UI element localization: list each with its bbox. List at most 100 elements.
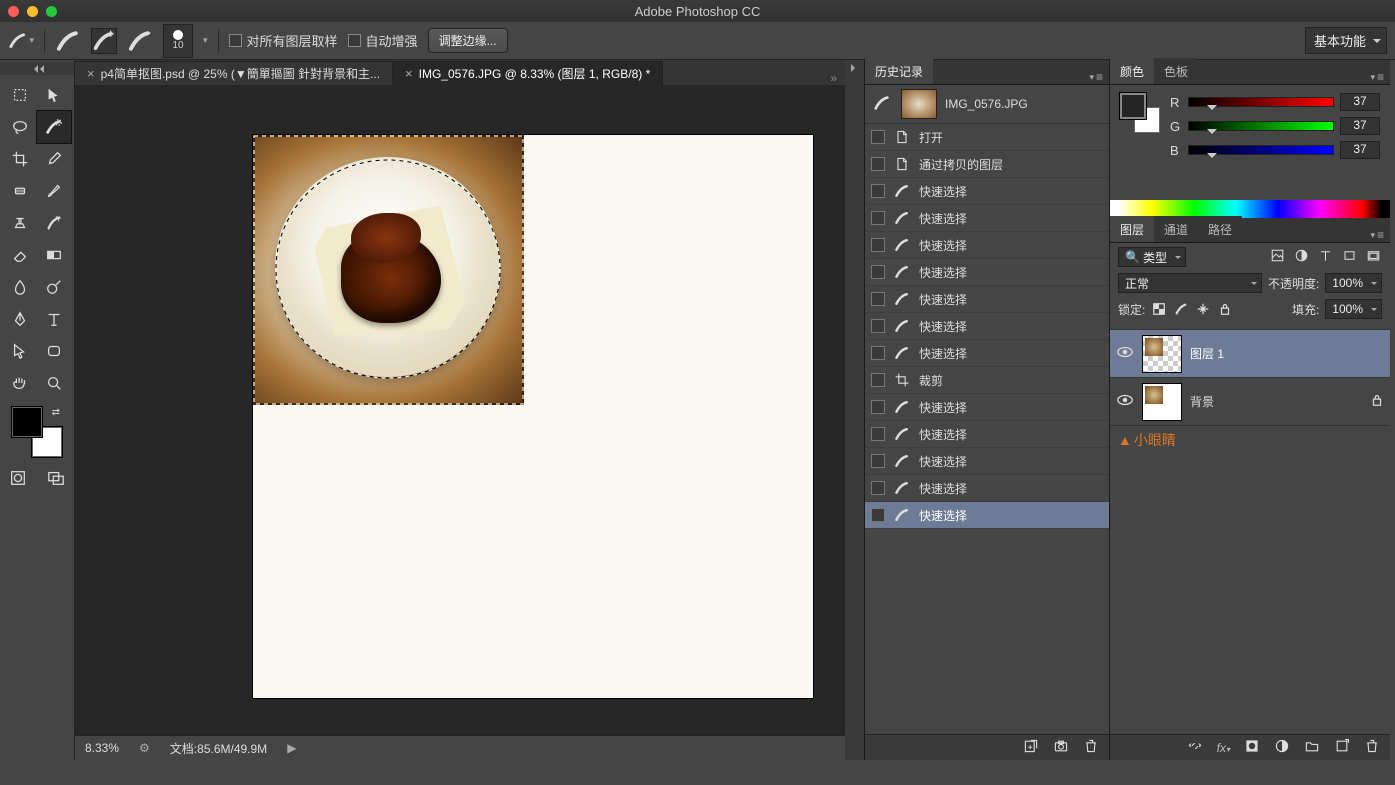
doc-info-icon[interactable]: ⚙ (139, 741, 150, 755)
history-source-checkbox[interactable] (871, 292, 885, 306)
swatches-tab[interactable]: 色板 (1154, 58, 1198, 84)
history-tab[interactable]: 历史记录 (865, 58, 933, 84)
auto-enhance-checkbox[interactable]: 自动增强 (348, 31, 418, 50)
history-state[interactable]: 快速选择 (865, 232, 1109, 259)
refine-edge-button[interactable]: 调整边缘... (428, 28, 508, 53)
r-value[interactable]: 37 (1340, 93, 1380, 111)
eraser-tool[interactable] (3, 239, 37, 271)
document-tab[interactable]: ×IMG_0576.JPG @ 8.33% (图层 1, RGB/8) * (393, 61, 663, 85)
gradient-tool[interactable] (37, 239, 71, 271)
new-snapshot-icon[interactable] (1053, 738, 1069, 757)
lock-position-icon[interactable] (1195, 302, 1211, 316)
artboard-tool[interactable] (37, 79, 71, 111)
g-slider[interactable] (1188, 121, 1334, 131)
document-canvas[interactable] (253, 135, 813, 698)
history-source-checkbox[interactable] (871, 508, 885, 522)
layers-tab[interactable]: 图层 (1110, 216, 1154, 242)
history-source-checkbox[interactable] (871, 211, 885, 225)
zoom-level[interactable]: 8.33% (85, 741, 119, 755)
layer-name[interactable]: 图层 1 (1190, 345, 1224, 362)
history-state[interactable]: 通过拷贝的图层 (865, 151, 1109, 178)
history-source-checkbox[interactable] (871, 481, 885, 495)
history-brush-tool[interactable] (37, 207, 71, 239)
sample-all-layers-checkbox[interactable]: 对所有图层取样 (229, 31, 338, 50)
tab-overflow-icon[interactable]: » (822, 71, 845, 85)
history-state[interactable]: 裁剪 (865, 367, 1109, 394)
maximize-window-button[interactable] (46, 6, 57, 17)
history-source-checkbox[interactable] (871, 130, 885, 144)
history-state[interactable]: 快速选择 (865, 421, 1109, 448)
workspace-switcher[interactable]: 基本功能 (1305, 27, 1387, 54)
minimize-window-button[interactable] (27, 6, 38, 17)
channels-tab[interactable]: 通道 (1154, 216, 1198, 242)
r-slider[interactable] (1188, 97, 1334, 107)
history-state[interactable]: 快速选择 (865, 178, 1109, 205)
clone-stamp-tool[interactable] (3, 207, 37, 239)
layer-name[interactable]: 背景 (1190, 393, 1214, 410)
history-brush-source-icon[interactable] (873, 94, 893, 115)
screen-mode-icon[interactable] (43, 465, 69, 491)
history-source-checkbox[interactable] (871, 238, 885, 252)
rectangle-tool[interactable] (37, 335, 71, 367)
delete-state-icon[interactable] (1083, 738, 1099, 757)
new-group-icon[interactable] (1304, 738, 1320, 757)
new-doc-from-state-icon[interactable] (1023, 738, 1039, 757)
zoom-tool[interactable] (37, 367, 71, 399)
history-state[interactable]: 快速选择 (865, 286, 1109, 313)
history-source-checkbox[interactable] (871, 373, 885, 387)
close-window-button[interactable] (8, 6, 19, 17)
new-layer-icon[interactable] (1334, 738, 1350, 757)
lock-all-icon[interactable] (1217, 302, 1233, 316)
fill-input[interactable]: 100% (1325, 299, 1382, 319)
path-selection-tool[interactable] (3, 335, 37, 367)
layer-row[interactable]: 图层 1 (1110, 330, 1390, 378)
new-selection-icon[interactable] (55, 28, 81, 54)
history-source-checkbox[interactable] (871, 427, 885, 441)
crop-tool[interactable] (3, 143, 37, 175)
panel-menu-icon[interactable] (1364, 70, 1390, 84)
link-layers-icon[interactable] (1187, 738, 1203, 757)
brush-tool[interactable] (37, 175, 71, 207)
history-source-checkbox[interactable] (871, 319, 885, 333)
layer-thumbnail[interactable] (1142, 383, 1182, 421)
history-source-checkbox[interactable] (871, 157, 885, 171)
color-tab[interactable]: 颜色 (1110, 58, 1154, 84)
adjustment-layer-icon[interactable] (1274, 738, 1290, 757)
color-swatches[interactable]: ⇄ (12, 407, 62, 457)
history-state[interactable]: 快速选择 (865, 259, 1109, 286)
canvas-area[interactable] (75, 85, 845, 735)
dodge-tool[interactable] (37, 271, 71, 303)
g-value[interactable]: 37 (1340, 117, 1380, 135)
swap-colors-icon[interactable]: ⇄ (52, 407, 60, 418)
layer-style-icon[interactable]: fx▾ (1217, 741, 1230, 755)
history-source-checkbox[interactable] (871, 265, 885, 279)
filter-adjustment-icon[interactable] (1294, 248, 1310, 266)
history-state[interactable]: 打开 (865, 124, 1109, 151)
status-flyout-icon[interactable]: ▶ (287, 741, 296, 755)
type-tool[interactable] (37, 303, 71, 335)
blur-tool[interactable] (3, 271, 37, 303)
fg-color-swatch[interactable] (1120, 93, 1146, 119)
pen-tool[interactable] (3, 303, 37, 335)
history-state[interactable]: 快速选择 (865, 340, 1109, 367)
layer-filter-type[interactable]: 🔍类型 (1118, 247, 1186, 267)
layer-row[interactable]: 背景 (1110, 378, 1390, 426)
lasso-tool[interactable] (3, 111, 37, 143)
hand-tool[interactable] (3, 367, 37, 399)
history-state[interactable]: 快速选择 (865, 448, 1109, 475)
filter-smart-icon[interactable] (1366, 248, 1382, 266)
add-to-selection-icon[interactable] (91, 28, 117, 54)
panel-menu-icon[interactable] (1083, 70, 1109, 84)
visibility-icon[interactable] (1116, 391, 1134, 412)
history-source-checkbox[interactable] (871, 454, 885, 468)
eyedropper-tool[interactable] (37, 143, 71, 175)
b-slider[interactable] (1188, 145, 1334, 155)
tool-preset-picker[interactable]: ▾ (8, 28, 34, 54)
close-tab-icon[interactable]: × (405, 66, 413, 81)
opacity-input[interactable]: 100% (1325, 273, 1382, 293)
b-value[interactable]: 37 (1340, 141, 1380, 159)
history-state[interactable]: 快速选择 (865, 205, 1109, 232)
lock-image-icon[interactable] (1173, 302, 1189, 316)
layer-mask-icon[interactable] (1244, 738, 1260, 757)
filter-pixel-icon[interactable] (1270, 248, 1286, 266)
